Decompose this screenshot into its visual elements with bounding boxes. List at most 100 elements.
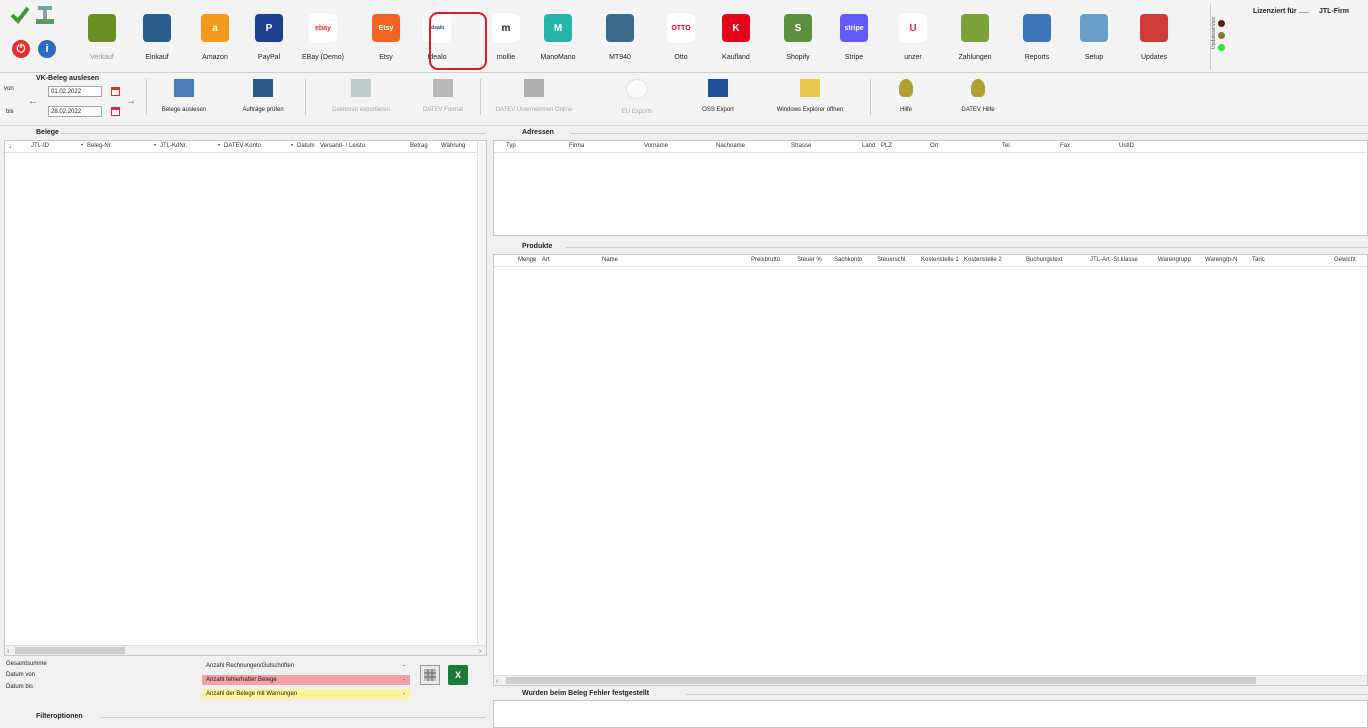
belege-column-header[interactable]: Datum [297, 143, 315, 149]
info-icon[interactable]: i [38, 40, 56, 58]
ribbon-item-kaufland[interactable]: K Kaufland [718, 4, 754, 68]
toolbar-button-auftr-ge-pr-fen[interactable]: Aufträge prüfen [223, 79, 303, 113]
produkte-column-header[interactable]: Art [542, 257, 550, 263]
adressen-column-header[interactable]: Strasse [791, 143, 811, 149]
belege-column-header[interactable]: Beleg-Nr. [87, 143, 112, 149]
ribbon-item-etsy[interactable]: Etsy Etsy [368, 4, 404, 68]
ribbon-item-stripe[interactable]: stripe Stripe [836, 4, 872, 68]
prev-month-arrow-icon[interactable]: ← [28, 96, 38, 107]
excel-icon[interactable]: X [448, 665, 468, 685]
toolbar-button-hilfe[interactable]: Hilfe [866, 79, 946, 113]
ribbon-item-label: Kaufland [722, 54, 750, 61]
toolbar-button-label: Aufträge prüfen [242, 107, 284, 113]
belege-title-line [60, 133, 486, 134]
adressen-column-header[interactable]: Firma [569, 143, 584, 149]
vertical-scrollbar[interactable] [477, 141, 486, 647]
toolbar-button-windows-explorer-ffnen[interactable]: Windows Explorer öffnen [770, 79, 850, 113]
checkmark-icon[interactable] [10, 6, 30, 25]
produkte-column-header[interactable]: Kostenstelle 2 [964, 257, 1002, 263]
date-from-input[interactable]: 01.02.2022 [48, 86, 102, 97]
ribbon-item-unzer[interactable]: Uunzer [895, 4, 931, 68]
belege-column-header[interactable]: Betrag [410, 143, 428, 149]
belege-column-header[interactable]: JTL-KdNr. [160, 143, 187, 149]
ribbon-item-amazon[interactable]: a Amazon [197, 4, 233, 68]
produkte-title-line [566, 247, 1368, 248]
belege-column-header[interactable]: Währung [441, 143, 465, 149]
produkte-column-header[interactable]: JTL-Art.-St.klasse [1090, 257, 1138, 263]
adressen-column-header[interactable]: Tel [1002, 143, 1010, 149]
datum-von-label: Datum von [6, 672, 36, 678]
belege-column-header[interactable]: Versand- / Leistu [320, 143, 365, 149]
ribbon-item-setup[interactable]: Setup [1076, 4, 1112, 68]
adressen-list[interactable]: Typ Firma Vorname Nachname Strasse Land PLZ Ort… [493, 140, 1368, 236]
adressen-column-header[interactable]: UstID [1119, 143, 1134, 149]
adressen-column-header[interactable]: Ort [930, 143, 938, 149]
scroll-right-arrow-icon[interactable]: › [479, 648, 481, 655]
produkte-column-header[interactable]: Gewicht [1334, 257, 1356, 263]
belege-column-header[interactable]: JTL-ID [31, 143, 49, 149]
produkte-column-header[interactable]: Sachkonto [834, 257, 862, 263]
produkte-column-header[interactable]: Preisbrutto [751, 257, 780, 263]
adressen-column-header[interactable]: PLZ [881, 143, 892, 149]
produkte-column-header[interactable]: Steuerschl. [877, 257, 907, 263]
belege-column-header[interactable]: DATEV-Konto [224, 143, 261, 149]
ribbon-item-mt940[interactable]: MT940 [602, 4, 638, 68]
ribbon-item-otto[interactable]: OTTO Otto [663, 4, 699, 68]
ribbon-item-mollie[interactable]: m mollie [488, 4, 524, 68]
ribbon-item-paypal[interactable]: P PayPal [251, 4, 287, 68]
datev-table-icon[interactable] [420, 665, 440, 685]
fehler-area[interactable] [493, 700, 1368, 728]
produkte-column-header[interactable]: Taric [1252, 257, 1265, 263]
power-icon[interactable]: ⏻ [12, 40, 30, 58]
adressen-column-header[interactable]: Fax [1060, 143, 1070, 149]
adressen-header-row: Typ Firma Vorname Nachname Strasse Land PLZ Ort… [494, 141, 1367, 153]
mollie-icon: m [492, 14, 520, 42]
produkte-column-header[interactable]: Name [602, 257, 618, 263]
toolbar-button-label: DATEV Hilfe [961, 107, 995, 113]
ribbon-item-label: ManoMano [540, 54, 576, 61]
produkte-scroll-thumb[interactable] [506, 677, 1256, 684]
ribbon-item-manomano[interactable]: M ManoMano [540, 4, 576, 68]
toolbar-button-datev-hilfe[interactable]: DATEV Hilfe [938, 79, 1018, 113]
license-line [1299, 12, 1309, 13]
status-led-yellow [1218, 32, 1225, 39]
ribbon-item-updates[interactable]: Updates [1136, 4, 1172, 68]
date-to-input[interactable]: 28.02.2022 [48, 106, 102, 117]
toolbar-button-oss-export[interactable]: OSS Export [678, 79, 758, 113]
produkte-list[interactable]: Menge Art Name Preisbrutto Steuer % Sachkonto… [493, 254, 1368, 686]
ribbon-item-reports[interactable]: Reports [1019, 4, 1055, 68]
calendar-to-icon[interactable] [111, 107, 120, 116]
calendar-from-icon[interactable] [111, 87, 120, 96]
adressen-column-header[interactable]: Typ [506, 143, 516, 149]
produkte-column-header[interactable]: Buchungstext [1026, 257, 1062, 263]
scroll-thumb[interactable] [15, 647, 125, 654]
produkte-column-header[interactable]: Steuer % [797, 257, 822, 263]
anzahl-rechnungen-value: - [403, 663, 405, 669]
warehouse-icon [143, 14, 171, 42]
produkte-column-header[interactable]: Menge [518, 257, 536, 263]
scale-icon[interactable] [34, 4, 56, 26]
ribbon-item-label: EBay (Demo) [301, 54, 344, 61]
scroll-left-arrow-icon[interactable]: ‹ [7, 648, 9, 655]
produkte-column-header[interactable]: Kostenstelle 1 [921, 257, 959, 263]
produkte-scroll-left-icon[interactable]: ‹ [496, 678, 498, 685]
next-month-arrow-icon[interactable]: → [126, 96, 136, 107]
belege-list[interactable]: JTL-ID Beleg-Nr. • JTL-KdNr. • DATEV-Konto • Da… [4, 140, 487, 656]
license-value: JTL-Firm [1319, 8, 1349, 15]
von-label: von [4, 86, 14, 92]
ribbon-item-ebay-demo[interactable]: ebay EBay (Demo) [302, 4, 344, 68]
adressen-column-header[interactable]: Vorname [644, 143, 668, 149]
toolbar-button-belege-auslesen[interactable]: Belege auslesen [144, 79, 224, 113]
adressen-column-header[interactable]: Land [862, 143, 875, 149]
ribbon-item-shopify[interactable]: S Shopify [780, 4, 816, 68]
ribbon-item-einkauf[interactable]: Einkauf [139, 4, 175, 68]
filter-title: Filteroptionen [36, 713, 83, 720]
toolbar-button-debitoren-exportieren: Debitoren exportieren [321, 79, 401, 113]
setup-icon [1080, 14, 1108, 42]
ribbon-item-verkauf[interactable]: Verkauf [84, 4, 120, 68]
produkte-column-header[interactable]: Warengrp-N [1205, 257, 1237, 263]
adressen-column-header[interactable]: Nachname [716, 143, 745, 149]
adressen-title: Adressen [522, 129, 554, 136]
ribbon-item-zahlungen[interactable]: Zahlungen [957, 4, 993, 68]
produkte-column-header[interactable]: Warengrupp [1158, 257, 1191, 263]
